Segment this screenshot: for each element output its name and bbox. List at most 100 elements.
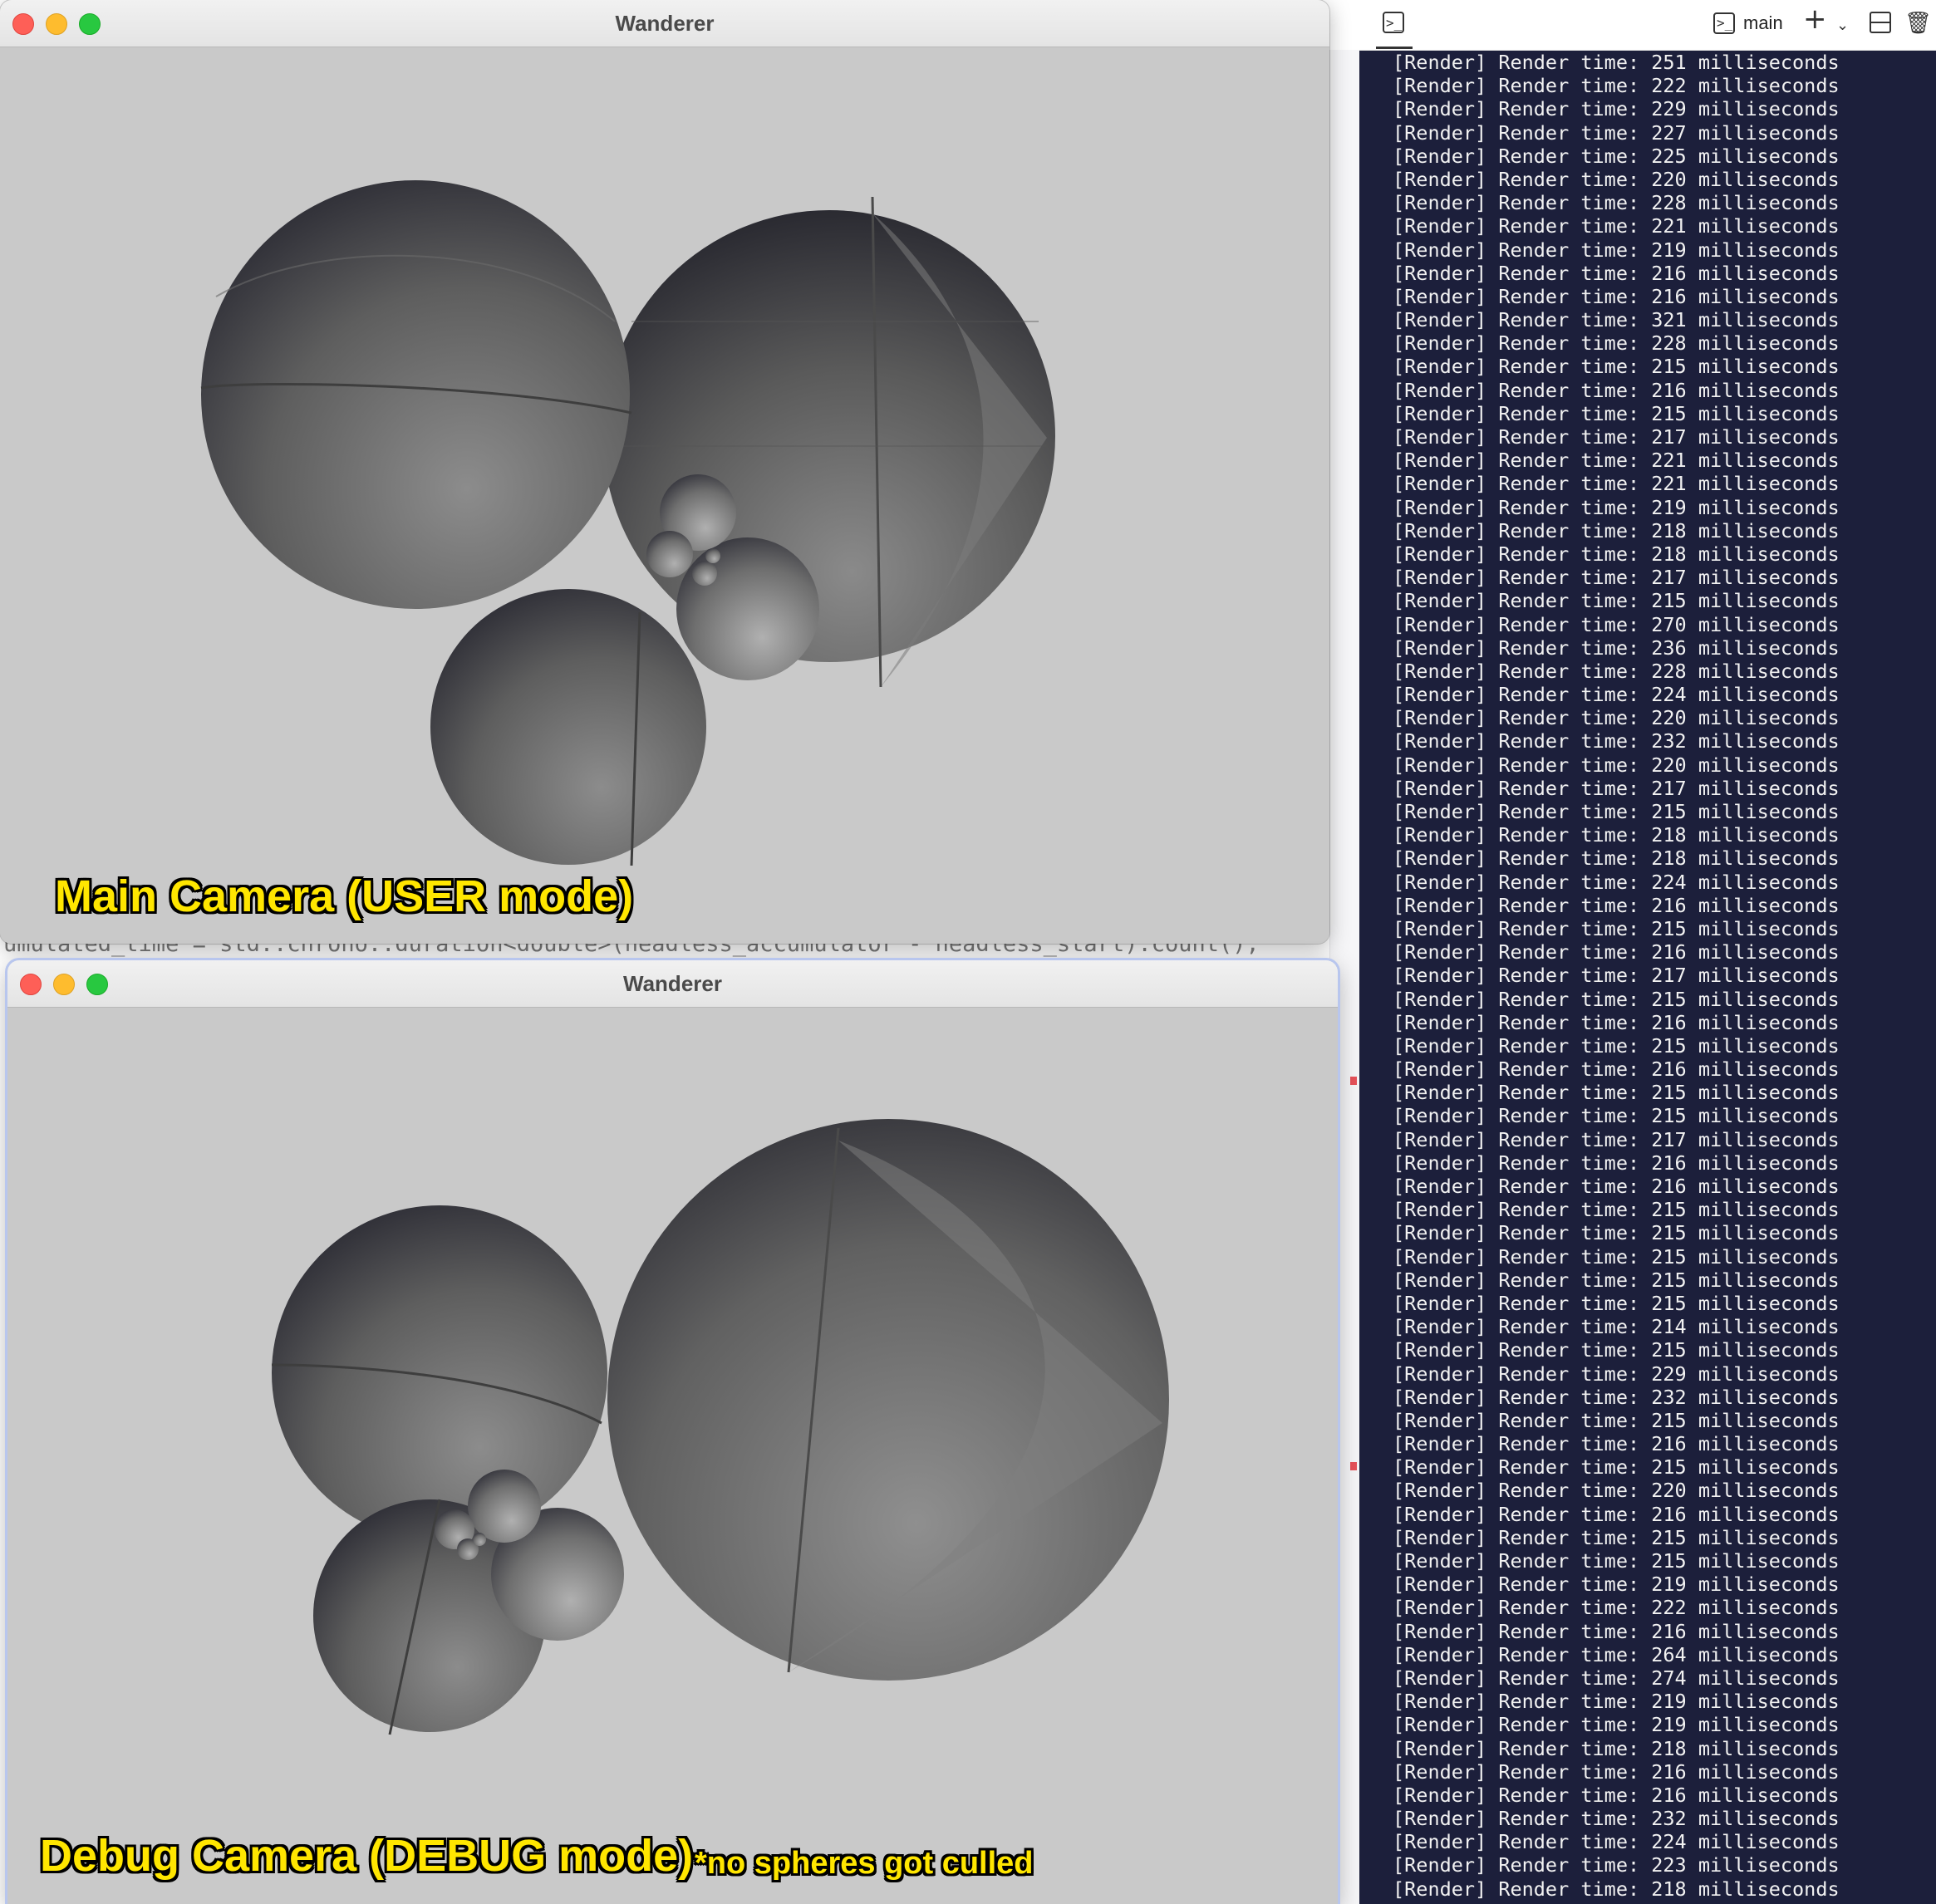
terminal-line: [Render] Render time: 216 milliseconds	[1393, 1502, 1840, 1526]
terminal-line: [Render] Render time: 236 milliseconds	[1393, 635, 1840, 660]
culling-note: *no spheres got culled	[695, 1846, 1034, 1881]
terminal-line: [Render] Render time: 215 milliseconds	[1393, 1525, 1840, 1549]
terminal-line: [Render] Render time: 221 milliseconds	[1393, 1901, 1933, 1904]
terminal-panel[interactable]: >_ >_ main + ⌄ 🗑 [Render] Render time: 2…	[1359, 0, 1936, 1904]
trash-icon[interactable]: 🗑	[1904, 11, 1932, 36]
terminal-line: [Render] Render time: 218 milliseconds	[1393, 1736, 1840, 1760]
terminal-line: [Render] Render time: 215 milliseconds	[1393, 1291, 1840, 1315]
terminal-line: [Render] Render time: 215 milliseconds	[1393, 1244, 1840, 1269]
terminal-line: [Render] Render time: 215 milliseconds	[1393, 1104, 1840, 1128]
render-viewport-main[interactable]	[0, 47, 1329, 944]
terminal-line: [Render] Render time: 227 milliseconds	[1393, 120, 1840, 145]
terminal-line: [Render] Render time: 229 milliseconds	[1393, 97, 1840, 121]
terminal-line: [Render] Render time: 219 milliseconds	[1393, 1690, 1840, 1714]
error-marker	[1350, 1462, 1357, 1470]
terminal-line: [Render] Render time: 214 milliseconds	[1393, 1315, 1840, 1339]
terminal-line: [Render] Render time: 215 milliseconds	[1393, 1408, 1840, 1432]
terminal-line: [Render] Render time: 216 milliseconds	[1393, 1783, 1840, 1807]
terminal-line: [Render] Render time: 218 milliseconds	[1393, 542, 1840, 566]
terminal-line: [Render] Render time: 215 milliseconds	[1393, 355, 1840, 379]
terminal-tab-label[interactable]: main	[1743, 11, 1783, 36]
terminal-line: [Render] Render time: 221 milliseconds	[1393, 449, 1840, 473]
terminal-line: [Render] Render time: 216 milliseconds	[1393, 940, 1840, 964]
terminal-line: [Render] Render time: 218 milliseconds	[1393, 1877, 1840, 1901]
terminal-shell-icon: >_	[1713, 12, 1735, 34]
terminal-line: [Render] Render time: 217 milliseconds	[1393, 964, 1840, 988]
left-sphere	[200, 180, 632, 609]
terminal-line: [Render] Render time: 215 milliseconds	[1393, 1455, 1840, 1480]
terminal-line: [Render] Render time: 270 milliseconds	[1393, 612, 1840, 636]
bottom-sphere	[430, 589, 706, 866]
terminal-line: [Render] Render time: 224 milliseconds	[1393, 870, 1840, 894]
terminal-line: [Render] Render time: 228 milliseconds	[1393, 331, 1840, 356]
terminal-line: [Render] Render time: 215 milliseconds	[1393, 1221, 1840, 1245]
terminal-line: [Render] Render time: 228 milliseconds	[1393, 191, 1840, 215]
terminal-line: [Render] Render time: 220 milliseconds	[1393, 706, 1840, 730]
terminal-line: [Render] Render time: 274 milliseconds	[1393, 1666, 1840, 1690]
terminal-line: [Render] Render time: 219 milliseconds	[1393, 1573, 1840, 1597]
terminal-line: [Render] Render time: 217 milliseconds	[1393, 776, 1840, 800]
terminal-line: [Render] Render time: 218 milliseconds	[1393, 518, 1840, 542]
terminal-line: [Render] Render time: 216 milliseconds	[1393, 1058, 1840, 1082]
terminal-line: [Render] Render time: 216 milliseconds	[1393, 1432, 1840, 1456]
chevron-down-icon[interactable]: ⌄	[1836, 13, 1849, 38]
terminal-line: [Render] Render time: 218 milliseconds	[1393, 823, 1840, 847]
terminal-line: [Render] Render time: 215 milliseconds	[1393, 916, 1840, 940]
terminal-output[interactable]: [Render] Render time: 251 milliseconds [R…	[1393, 51, 1933, 1904]
terminal-line: [Render] Render time: 220 milliseconds	[1393, 1479, 1840, 1503]
terminal-line: [Render] Render time: 217 milliseconds	[1393, 1127, 1840, 1151]
terminal-line: [Render] Render time: 222 milliseconds	[1393, 1596, 1840, 1620]
terminal-line: [Render] Render time: 215 milliseconds	[1393, 1338, 1840, 1362]
left-sphere	[271, 1205, 607, 1541]
window-titlebar[interactable]: Wanderer	[7, 960, 1338, 1008]
wanderer-window-debug[interactable]: Wanderer	[7, 960, 1338, 1904]
terminal-line: [Render] Render time: 215 milliseconds	[1393, 1549, 1840, 1573]
terminal-line: [Render] Render time: 216 milliseconds	[1393, 261, 1840, 285]
render-viewport-debug[interactable]	[7, 1008, 1338, 1904]
terminal-line: [Render] Render time: 216 milliseconds	[1393, 1619, 1840, 1643]
terminal-line: [Render] Render time: 215 milliseconds	[1393, 1033, 1840, 1058]
window-titlebar[interactable]: Wanderer	[0, 0, 1329, 47]
terminal-line: [Render] Render time: 221 milliseconds	[1393, 472, 1840, 496]
terminal-line: [Render] Render time: 229 milliseconds	[1393, 1362, 1840, 1386]
terminal-icon[interactable]: >_	[1383, 12, 1404, 33]
terminal-line: [Render] Render time: 228 milliseconds	[1393, 659, 1840, 683]
terminal-line: [Render] Render time: 220 milliseconds	[1393, 753, 1840, 777]
terminal-line: [Render] Render time: 215 milliseconds	[1393, 800, 1840, 823]
terminal-line: [Render] Render time: 216 milliseconds	[1393, 1175, 1840, 1198]
terminal-line: [Render] Render time: 264 milliseconds	[1393, 1642, 1840, 1666]
add-terminal-icon[interactable]: +	[1803, 5, 1827, 33]
terminal-line: [Render] Render time: 216 milliseconds	[1393, 1759, 1840, 1784]
terminal-line: [Render] Render time: 216 milliseconds	[1393, 378, 1840, 402]
terminal-line: [Render] Render time: 215 milliseconds	[1393, 987, 1840, 1011]
large-sphere	[603, 196, 1055, 688]
terminal-line: [Render] Render time: 222 milliseconds	[1393, 74, 1840, 98]
terminal-toolbar: >_ >_ main + ⌄ 🗑	[1359, 0, 1936, 51]
error-marker	[1350, 1077, 1357, 1085]
terminal-line: [Render] Render time: 232 milliseconds	[1393, 1807, 1840, 1831]
terminal-line: [Render] Render time: 216 milliseconds	[1393, 1010, 1840, 1034]
terminal-line: [Render] Render time: 220 milliseconds	[1393, 167, 1840, 191]
split-terminal-icon[interactable]	[1870, 12, 1891, 33]
terminal-line: [Render] Render time: 216 milliseconds	[1393, 1151, 1840, 1175]
wanderer-window-main[interactable]: Wanderer	[0, 0, 1329, 944]
terminal-line: [Render] Render time: 215 milliseconds	[1393, 1198, 1840, 1222]
terminal-line: [Render] Render time: 217 milliseconds	[1393, 566, 1840, 590]
window-title: Wanderer	[615, 11, 715, 36]
terminal-line: [Render] Render time: 225 milliseconds	[1393, 144, 1840, 168]
terminal-line: [Render] Render time: 215 milliseconds	[1393, 401, 1840, 425]
terminal-line: [Render] Render time: 232 milliseconds	[1393, 1385, 1840, 1409]
terminal-line: [Render] Render time: 224 milliseconds	[1393, 1830, 1840, 1854]
terminal-line: [Render] Render time: 223 milliseconds	[1393, 1853, 1840, 1877]
active-tab-indicator	[1376, 47, 1413, 49]
terminal-line: [Render] Render time: 232 milliseconds	[1393, 729, 1840, 753]
main-camera-label: Main Camera (USER mode)	[55, 871, 634, 921]
terminal-line: [Render] Render time: 219 milliseconds	[1393, 238, 1840, 262]
terminal-line: [Render] Render time: 215 milliseconds	[1393, 1081, 1840, 1105]
terminal-line: [Render] Render time: 216 milliseconds	[1393, 284, 1840, 308]
terminal-line: [Render] Render time: 219 milliseconds	[1393, 495, 1840, 519]
terminal-line: [Render] Render time: 321 milliseconds	[1393, 308, 1840, 332]
terminal-line: [Render] Render time: 221 milliseconds	[1393, 214, 1840, 238]
terminal-line: [Render] Render time: 218 milliseconds	[1393, 846, 1840, 871]
debug-camera-label: Debug Camera (DEBUG mode)	[40, 1831, 694, 1881]
